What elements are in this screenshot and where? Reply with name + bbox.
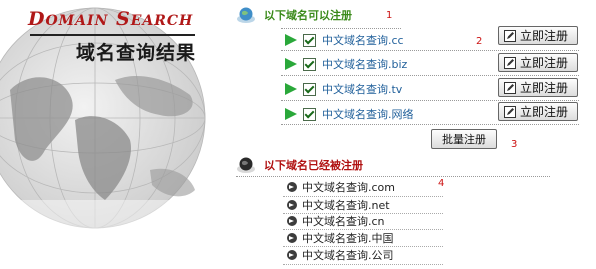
register-now-button[interactable]: 立即注册 bbox=[498, 78, 578, 97]
divider bbox=[281, 50, 579, 51]
available-section-header: 以下域名可以注册 bbox=[236, 6, 352, 24]
arrow-circle-icon bbox=[287, 200, 297, 210]
available-domain-row: 中文域名查询.网络 bbox=[285, 104, 414, 124]
divider bbox=[281, 100, 579, 101]
annotation-marker: 2 bbox=[476, 36, 483, 47]
brand-letter: D bbox=[28, 8, 46, 30]
header-banner: DOMAIN SEARCH 域名查询结果 bbox=[0, 0, 225, 269]
register-now-label: 立即注册 bbox=[520, 105, 569, 119]
taken-section-title: 以下域名已经被注册 bbox=[264, 159, 363, 172]
register-now-label: 立即注册 bbox=[520, 29, 569, 43]
edit-icon bbox=[504, 105, 516, 118]
play-arrow-icon bbox=[285, 58, 297, 70]
page-subtitle: 域名查询结果 bbox=[76, 42, 197, 64]
domain-link[interactable]: 中文域名查询.tv bbox=[322, 81, 402, 97]
taken-domain-row: 中文域名查询.公司 bbox=[287, 247, 394, 263]
taken-domain-row: 中文域名查询.中国 bbox=[287, 230, 394, 246]
available-domain-row: 中文域名查询.biz bbox=[285, 54, 407, 74]
domain-link[interactable]: 中文域名查询.biz bbox=[322, 56, 407, 72]
taken-domain-text: 中文域名查询.中国 bbox=[302, 232, 394, 245]
checkbox-checked-icon[interactable] bbox=[303, 33, 316, 47]
arrow-circle-icon bbox=[287, 216, 297, 226]
edit-icon bbox=[504, 81, 516, 94]
batch-register-button[interactable]: 批量注册 bbox=[431, 129, 497, 149]
brand-divider bbox=[30, 34, 195, 36]
available-domain-row: 中文域名查询.tv bbox=[285, 79, 402, 99]
globe-icon bbox=[237, 157, 255, 173]
annotation-marker: 4 bbox=[438, 178, 445, 189]
domain-link[interactable]: 中文域名查询.cc bbox=[322, 32, 404, 48]
available-section-title: 以下域名可以注册 bbox=[264, 9, 352, 22]
edit-icon bbox=[504, 29, 516, 42]
domain-link[interactable]: 中文域名查询.网络 bbox=[322, 106, 414, 122]
arrow-circle-icon bbox=[287, 233, 297, 243]
register-now-button[interactable]: 立即注册 bbox=[498, 102, 578, 121]
divider bbox=[283, 264, 443, 265]
taken-domain-row: 中文域名查询.cn bbox=[287, 213, 385, 229]
checkbox-checked-icon[interactable] bbox=[303, 82, 316, 96]
register-now-label: 立即注册 bbox=[520, 56, 569, 70]
taken-section-header: 以下域名已经被注册 bbox=[236, 156, 363, 174]
brand-word: EARCH bbox=[130, 13, 194, 29]
register-now-button[interactable]: 立即注册 bbox=[498, 53, 578, 72]
arrow-circle-icon bbox=[287, 182, 297, 192]
divider bbox=[281, 75, 579, 76]
taken-domain-text: 中文域名查询.公司 bbox=[302, 249, 394, 262]
brand-word: OMAIN bbox=[45, 13, 109, 29]
divider bbox=[236, 176, 550, 177]
annotation-marker: 3 bbox=[511, 139, 518, 150]
brand-title: DOMAIN SEARCH bbox=[28, 8, 193, 30]
taken-domain-text: 中文域名查询.com bbox=[302, 181, 395, 194]
checkbox-checked-icon[interactable] bbox=[303, 107, 316, 121]
play-arrow-icon bbox=[285, 108, 297, 120]
taken-domain-row: 中文域名查询.net bbox=[287, 197, 390, 213]
divider bbox=[281, 124, 579, 125]
play-arrow-icon bbox=[285, 83, 297, 95]
taken-domain-text: 中文域名查询.net bbox=[302, 199, 390, 212]
brand-letter: S bbox=[116, 8, 131, 30]
globe-icon bbox=[237, 7, 255, 23]
register-now-button[interactable]: 立即注册 bbox=[498, 26, 578, 45]
register-now-label: 立即注册 bbox=[520, 81, 569, 95]
available-domain-row: 中文域名查询.cc bbox=[285, 30, 404, 50]
checkbox-checked-icon[interactable] bbox=[303, 57, 316, 71]
play-arrow-icon bbox=[285, 34, 297, 46]
edit-icon bbox=[504, 56, 516, 69]
taken-domain-text: 中文域名查询.cn bbox=[302, 215, 385, 228]
divider bbox=[281, 28, 401, 29]
annotation-marker: 1 bbox=[386, 10, 393, 21]
taken-domain-row: 中文域名查询.com bbox=[287, 179, 395, 195]
arrow-circle-icon bbox=[287, 250, 297, 260]
